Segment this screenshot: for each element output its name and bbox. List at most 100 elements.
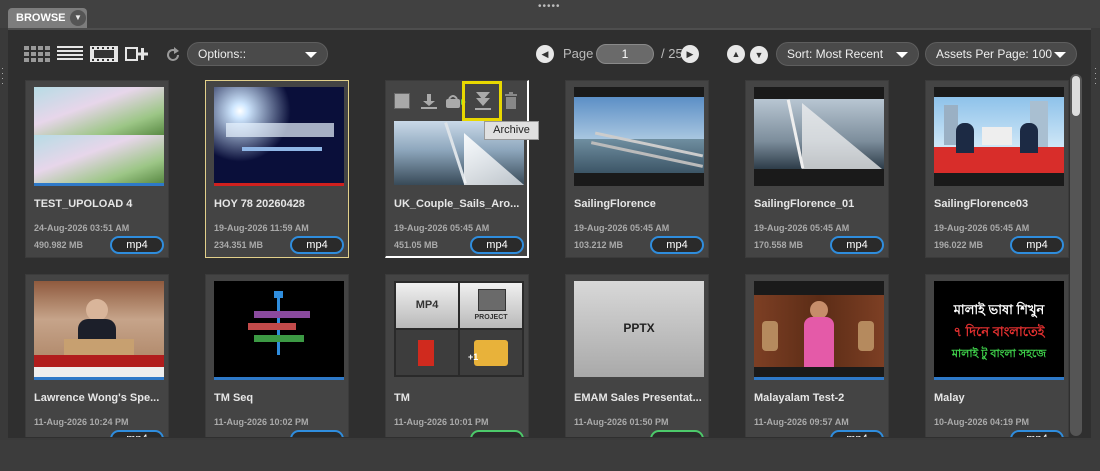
asset-title: HOY 78 20260428 <box>214 198 305 210</box>
page-number-input[interactable]: 1 <box>596 44 654 64</box>
asset-card[interactable]: SailingFlorence 19-Aug-2026 05:45 AM 103… <box>565 80 709 258</box>
file-type-badge: mp4 <box>110 236 164 254</box>
asset-date: 19-Aug-2026 11:59 AM <box>214 223 309 233</box>
asset-date: 19-Aug-2026 05:45 AM <box>574 223 670 233</box>
asset-card[interactable]: Malayalam Test-2 11-Aug-2026 09:57 AM mp… <box>745 274 889 437</box>
page-label: Page <box>563 46 594 61</box>
asset-card[interactable]: PPTX EMAM Sales Presentat... 11-Aug-2026… <box>565 274 709 437</box>
resize-grip-icon[interactable]: ••••• <box>538 1 561 12</box>
prev-page-icon[interactable]: ◀ <box>536 45 554 63</box>
tm-mp4-tile: MP4 <box>396 283 458 328</box>
file-type-badge: mp4 <box>110 430 164 437</box>
assets-per-page-label: Assets Per Page: 100 <box>936 47 1053 61</box>
refresh-icon[interactable] <box>165 47 181 63</box>
progress-bar <box>34 183 164 186</box>
page-total: / 25 <box>661 46 683 61</box>
asset-title: SailingFlorence03 <box>934 198 1029 210</box>
sort-dropdown[interactable]: Sort: Most Recent <box>776 42 919 66</box>
archive-tooltip: Archive <box>484 121 539 140</box>
chevron-down-icon <box>1054 52 1066 58</box>
asset-thumbnail[interactable]: মালাই ভাষা শিখুন ৭ দিনে বাংলাতেই মালাই ট… <box>934 281 1064 377</box>
file-type-badge: mp4 <box>1010 236 1064 254</box>
asset-title: EMAM Sales Presentat... <box>574 392 702 404</box>
asset-title: Lawrence Wong's Spe... <box>34 392 160 404</box>
asset-thumbnail[interactable] <box>754 281 884 377</box>
file-type-badge: mp4 <box>1010 430 1064 437</box>
file-type-badge: mp4 <box>290 236 344 254</box>
progress-bar <box>754 183 884 186</box>
progress-bar <box>934 183 1064 186</box>
options-label: Options:: <box>198 47 247 61</box>
assets-per-page-dropdown[interactable]: Assets Per Page: 100 <box>925 42 1077 66</box>
next-page-icon[interactable]: ▶ <box>681 45 699 63</box>
asset-title: Malayalam Test-2 <box>754 392 845 404</box>
asset-thumbnail[interactable] <box>214 281 344 377</box>
asset-card[interactable]: Lawrence Wong's Spe... 11-Aug-2026 10:24… <box>25 274 169 437</box>
download-icon[interactable] <box>420 92 438 110</box>
asset-card-selected[interactable]: HOY 78 20260428 19-Aug-2026 11:59 AM 234… <box>205 80 349 258</box>
browse-panel: Options:: ◀ Page 1 / 25 ▶ ▲ ▼ Sort: Most… <box>8 28 1091 438</box>
bengali-line-3: মালাই টু বাংলা সহজে <box>951 348 1047 360</box>
add-collection-icon[interactable] <box>125 46 149 62</box>
list-view-icon[interactable] <box>57 46 83 62</box>
options-dropdown[interactable]: Options:: <box>187 42 328 66</box>
asset-date: 10-Aug-2026 04:19 PM <box>934 417 1030 427</box>
archive-icon[interactable] <box>462 81 502 121</box>
asset-card[interactable]: SailingFlorence_01 19-Aug-2026 05:45 AM … <box>745 80 889 258</box>
asset-title: TM Seq <box>214 392 254 404</box>
asset-thumbnail[interactable] <box>574 87 704 183</box>
asset-title: SailingFlorence_01 <box>754 198 855 210</box>
sort-asc-icon[interactable]: ▲ <box>727 45 745 63</box>
chevron-down-icon[interactable]: ▼ <box>70 10 86 26</box>
asset-date: 19-Aug-2026 05:45 AM <box>754 223 850 233</box>
asset-thumbnail[interactable] <box>934 87 1064 183</box>
asset-size: 196.022 MB <box>934 240 984 250</box>
left-resize-grip-icon[interactable]: · · · · <box>1 64 5 88</box>
asset-card[interactable]: মালাই ভাষা শিখুন ৭ দিনে বাংলাতেই মালাই ট… <box>925 274 1069 437</box>
asset-size: 451.05 MB <box>394 240 439 250</box>
asset-thumbnail[interactable] <box>754 87 884 183</box>
asset-card[interactable]: TEST_UPOLOAD 4 24-Aug-2026 03:51 AM 490.… <box>25 80 169 258</box>
asset-title: UK_Couple_Sails_Aro... <box>394 198 520 210</box>
progress-bar <box>214 377 344 380</box>
asset-grid: TEST_UPOLOAD 4 24-Aug-2026 03:51 AM 490.… <box>25 80 1088 437</box>
asset-title: SailingFlorence <box>574 198 656 210</box>
asset-thumbnail[interactable] <box>214 87 344 183</box>
asset-card[interactable]: TM Seq 11-Aug-2026 10:02 PM <box>205 274 349 437</box>
file-type-badge: mp4 <box>650 236 704 254</box>
file-type-badge <box>650 430 704 437</box>
file-type-badge <box>290 430 344 437</box>
asset-date: 11-Aug-2026 09:57 AM <box>754 417 849 427</box>
sort-label: Sort: Most Recent <box>787 47 884 61</box>
bottom-bar <box>0 440 1100 471</box>
asset-date: 19-Aug-2026 05:45 AM <box>394 223 490 233</box>
asset-date: 11-Aug-2026 10:01 PM <box>394 417 489 427</box>
asset-thumbnail[interactable]: PPTX <box>574 281 704 377</box>
browse-tab-label: BROWSE <box>16 12 66 24</box>
trash-icon[interactable] <box>504 92 518 110</box>
sort-desc-icon[interactable]: ▼ <box>750 46 768 64</box>
asset-card[interactable]: SailingFlorence03 19-Aug-2026 05:45 AM 1… <box>925 80 1069 258</box>
right-resize-grip-icon[interactable]: · · · · <box>1094 64 1098 88</box>
tm-folder-tile: +1 <box>460 330 522 375</box>
asset-card-hovered[interactable]: UK_Couple_Sails_Aro... 19-Aug-2026 05:45… <box>385 80 529 258</box>
file-type-badge: mp4 <box>830 236 884 254</box>
progress-bar <box>574 183 704 186</box>
top-bar: ••••• BROWSE ▼ <box>0 0 1100 28</box>
asset-thumbnail[interactable] <box>34 87 164 183</box>
tm-project-label: PROJECT <box>474 314 508 321</box>
file-type-badge: mp4 <box>830 430 884 437</box>
asset-title: Malay <box>934 392 965 404</box>
browse-tab[interactable]: BROWSE ▼ <box>8 8 87 28</box>
bengali-line-2: ৭ দিনে বাংলাতেই <box>953 324 1045 339</box>
asset-card[interactable]: MP4 PROJECT +1 TM 11-Aug-2026 10:01 PM <box>385 274 529 437</box>
asset-thumbnail[interactable] <box>34 281 164 377</box>
grid-view-icon[interactable] <box>24 46 50 62</box>
asset-date: 11-Aug-2026 01:50 PM <box>574 417 669 427</box>
select-checkbox-icon[interactable] <box>394 93 410 109</box>
asset-size: 234.351 MB <box>214 240 264 250</box>
asset-date: 11-Aug-2026 10:24 PM <box>34 417 129 427</box>
asset-thumbnail[interactable]: MP4 PROJECT +1 <box>394 281 524 377</box>
filmstrip-view-icon[interactable] <box>90 46 118 62</box>
asset-size: 170.558 MB <box>754 240 804 250</box>
